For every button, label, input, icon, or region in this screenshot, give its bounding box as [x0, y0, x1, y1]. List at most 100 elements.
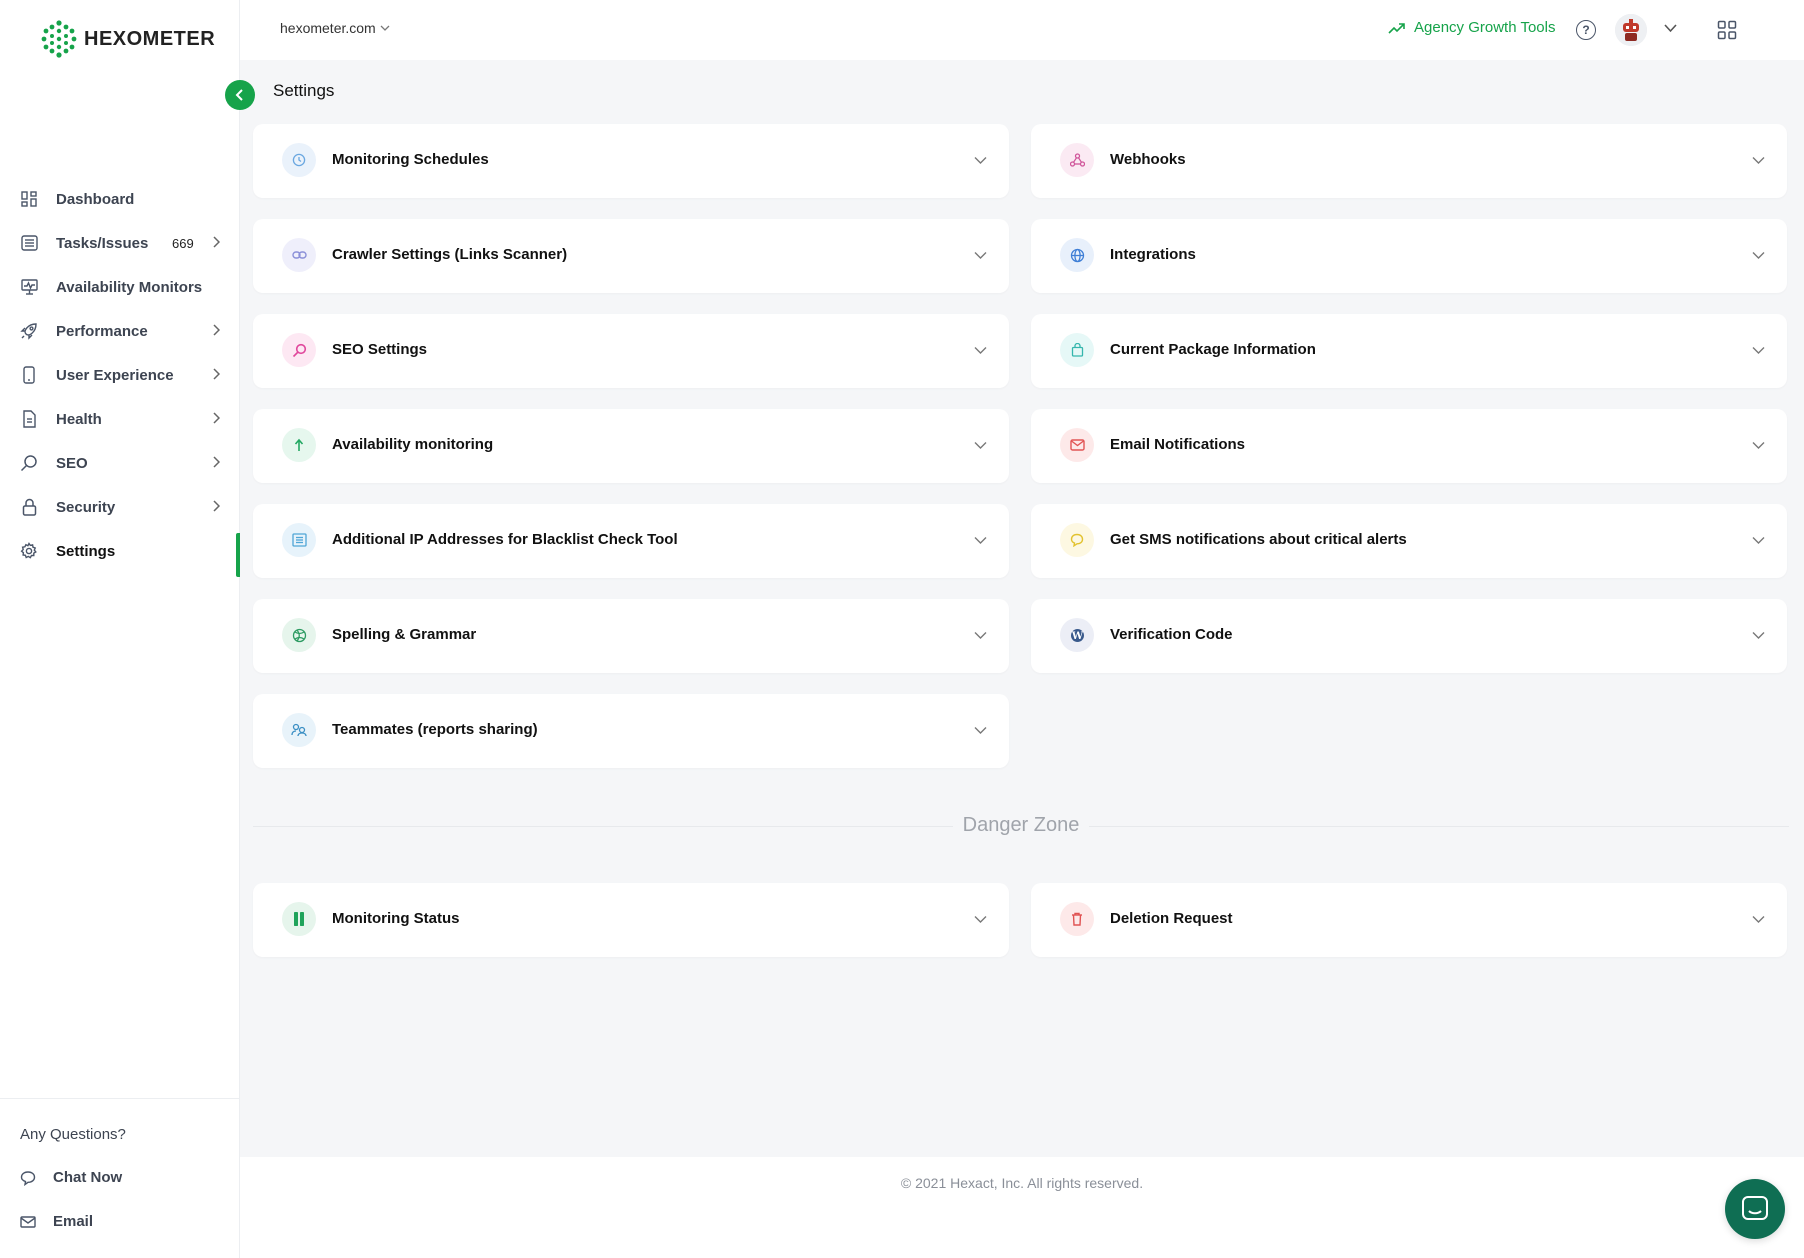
account-menu-chevron[interactable] [1664, 20, 1677, 38]
danger-zone-divider: Danger Zone [253, 792, 1789, 852]
card-title: Current Package Information [1110, 341, 1316, 358]
email-label: Email [53, 1213, 94, 1230]
chat-now-label: Chat Now [53, 1169, 123, 1186]
svg-text:W: W [1070, 631, 1083, 642]
chevron-down-icon [974, 342, 987, 360]
settings-card-email-notifications[interactable]: Email Notifications [1031, 409, 1787, 483]
danger-zone-heading: Danger Zone [253, 814, 1789, 837]
sidebar-item-label: User Experience [56, 366, 174, 384]
collapse-sidebar-button[interactable] [225, 80, 255, 110]
card-title: Monitoring Status [332, 910, 460, 927]
card-title: Availability monitoring [332, 436, 494, 453]
help-title: Any Questions? [20, 1126, 126, 1143]
chevron-down-icon [974, 722, 987, 740]
domain-selector[interactable]: hexometer.com [280, 20, 390, 36]
chevron-right-icon [212, 411, 221, 427]
card-title: Integrations [1110, 246, 1196, 263]
wordpress-icon: W [1060, 618, 1094, 652]
settings-card-sms-notifications[interactable]: Get SMS notifications about critical ale… [1031, 504, 1787, 578]
copyright-text: © 2021 Hexact, Inc. All rights reserved. [900, 1175, 1144, 1191]
settings-card-teammates[interactable]: Teammates (reports sharing) [253, 694, 1009, 768]
chevron-down-icon [974, 437, 987, 455]
settings-card-current-package[interactable]: Current Package Information [1031, 314, 1787, 388]
sidebar-item-label: Performance [56, 322, 148, 340]
chat-widget-button[interactable] [1725, 1179, 1785, 1239]
settings-card-spelling-grammar[interactable]: Spelling & Grammar [253, 599, 1009, 673]
settings-card-webhooks[interactable]: Webhooks [1031, 124, 1787, 198]
mail-icon [20, 1215, 36, 1228]
clock-icon [282, 143, 316, 177]
team-icon [282, 713, 316, 747]
sidebar-item-user-experience[interactable]: User Experience [0, 353, 240, 397]
sidebar-item-settings[interactable]: Settings [0, 529, 240, 577]
settings-card-monitoring-schedules[interactable]: Monitoring Schedules [253, 124, 1009, 198]
chevron-left-icon [235, 89, 243, 101]
sidebar: HEXOMETER Dashboard Tasks/Issues 669 Ava… [0, 0, 240, 1258]
trending-up-icon [1388, 22, 1405, 34]
logo[interactable]: HEXOMETER [40, 20, 215, 58]
tasks-count-badge: 669 [172, 235, 194, 251]
phone-icon [20, 366, 38, 384]
link-icon [282, 238, 316, 272]
help-icon[interactable]: ? [1576, 20, 1596, 40]
webhook-icon [1060, 143, 1094, 177]
card-title: Teammates (reports sharing) [332, 721, 538, 738]
chevron-down-icon [974, 247, 987, 265]
settings-card-monitoring-status[interactable]: Monitoring Status [253, 883, 1009, 957]
chevron-down-icon [1664, 24, 1677, 33]
settings-card-crawler-settings[interactable]: Crawler Settings (Links Scanner) [253, 219, 1009, 293]
sidebar-nav: Dashboard Tasks/Issues 669 Availability … [0, 177, 240, 577]
domain-label: hexometer.com [280, 20, 376, 36]
card-title: Deletion Request [1110, 910, 1233, 927]
email-link[interactable]: Email [20, 1213, 93, 1230]
card-title: SEO Settings [332, 341, 428, 358]
settings-card-seo-settings[interactable]: SEO Settings [253, 314, 1009, 388]
sidebar-item-label: Tasks/Issues [56, 234, 149, 252]
gear-icon [20, 542, 38, 560]
settings-card-availability-monitoring[interactable]: Availability monitoring [253, 409, 1009, 483]
settings-card-integrations[interactable]: Integrations [1031, 219, 1787, 293]
bag-icon [1060, 333, 1094, 367]
sidebar-item-seo[interactable]: SEO [0, 441, 240, 485]
chevron-down-icon [380, 25, 390, 31]
sidebar-item-tasks[interactable]: Tasks/Issues 669 [0, 221, 240, 265]
card-title: Email Notifications [1110, 436, 1246, 453]
chevron-right-icon [212, 323, 221, 339]
sidebar-item-dashboard[interactable]: Dashboard [0, 177, 240, 221]
chevron-down-icon [1752, 247, 1765, 265]
rocket-icon [20, 322, 38, 340]
sidebar-item-security[interactable]: Security [0, 485, 240, 529]
globe-grid-icon [282, 618, 316, 652]
chevron-down-icon [1752, 342, 1765, 360]
avatar[interactable] [1615, 14, 1647, 46]
sidebar-item-label: Health [56, 410, 102, 428]
chevron-right-icon [212, 499, 221, 515]
upload-arrow-icon [282, 428, 316, 462]
sidebar-item-performance[interactable]: Performance [0, 309, 240, 353]
chevron-down-icon [974, 911, 987, 929]
apps-grid-icon[interactable] [1717, 20, 1737, 45]
sidebar-item-health[interactable]: Health [0, 397, 240, 441]
sidebar-item-label: SEO [56, 454, 88, 472]
sidebar-item-label: Availability Monitors [56, 278, 203, 296]
chevron-down-icon [974, 152, 987, 170]
search-icon [282, 333, 316, 367]
agency-growth-tools-link[interactable]: Agency Growth Tools [1388, 19, 1555, 36]
settings-card-verification-code[interactable]: W Verification Code [1031, 599, 1787, 673]
chevron-right-icon [212, 235, 221, 251]
card-title: Spelling & Grammar [332, 626, 477, 643]
chevron-down-icon [1752, 911, 1765, 929]
chevron-down-icon [974, 532, 987, 550]
active-indicator [236, 533, 240, 577]
chat-widget-icon [1742, 1196, 1768, 1220]
sidebar-item-availability-monitors[interactable]: Availability Monitors [0, 265, 240, 309]
agency-label: Agency Growth Tools [1414, 19, 1556, 36]
sidebar-item-label: Settings [56, 542, 116, 560]
settings-card-additional-ip-addresses[interactable]: Additional IP Addresses for Blacklist Ch… [253, 504, 1009, 578]
chat-now-link[interactable]: Chat Now [20, 1169, 122, 1186]
hexometer-logo-icon [41, 20, 77, 58]
sidebar-item-label: Security [56, 498, 116, 516]
chevron-right-icon [212, 367, 221, 383]
chat-bubble-icon [20, 1170, 36, 1186]
settings-card-deletion-request[interactable]: Deletion Request [1031, 883, 1787, 957]
